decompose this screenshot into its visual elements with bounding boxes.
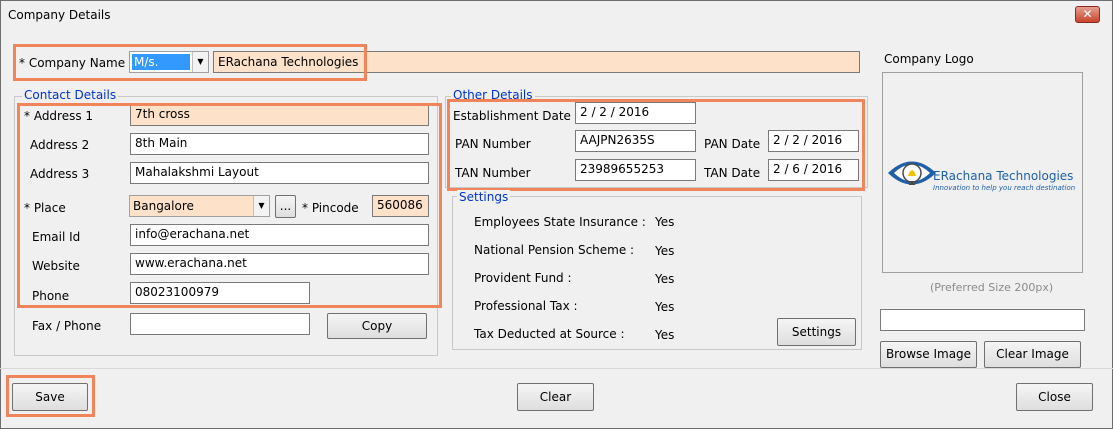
other-details-highlight <box>447 99 865 191</box>
settings-label: Settings <box>457 190 511 204</box>
company-logo-label: Company Logo <box>884 52 974 66</box>
settings-button[interactable]: Settings <box>777 318 856 346</box>
logo-brand-name: ERachana Technologies <box>933 169 1074 183</box>
pf-label: Provident Fund : <box>474 271 572 285</box>
fax-label: Fax / Phone <box>32 319 102 333</box>
footer-divider <box>0 368 1113 369</box>
esi-label: Employees State Insurance : <box>474 215 646 229</box>
logo-size-hint: (Preferred Size 200px) <box>930 281 1054 294</box>
title-bar <box>1 1 1112 31</box>
pt-value: Yes <box>655 300 675 314</box>
company-logo-frame: ERachana Technologies Innovation to help… <box>882 72 1083 273</box>
save-highlight <box>6 375 95 417</box>
window-title: Company Details <box>8 8 111 22</box>
clear-button[interactable]: Clear <box>517 383 594 411</box>
company-name-highlight <box>13 44 367 81</box>
browse-image-button[interactable]: Browse Image <box>880 341 977 368</box>
contact-details-label: Contact Details <box>22 88 119 102</box>
window-close-button[interactable]: ✕ <box>1075 6 1100 23</box>
nps-label: National Pension Scheme : <box>474 243 635 257</box>
contact-highlight <box>17 103 442 308</box>
clear-image-button[interactable]: Clear Image <box>984 341 1081 368</box>
esi-value: Yes <box>655 215 675 229</box>
copy-button[interactable]: Copy <box>327 313 427 339</box>
tds-label: Tax Deducted at Source : <box>474 327 625 341</box>
logo-tagline: Innovation to help you reach destination <box>933 184 1076 192</box>
pt-label: Professional Tax : <box>474 299 578 313</box>
fax-input[interactable] <box>130 313 310 335</box>
pf-value: Yes <box>655 272 675 286</box>
logo-path-input[interactable] <box>880 309 1085 331</box>
tds-value: Yes <box>655 328 675 342</box>
nps-value: Yes <box>655 244 675 258</box>
close-button[interactable]: Close <box>1016 383 1093 411</box>
erachana-logo-icon <box>888 161 936 185</box>
